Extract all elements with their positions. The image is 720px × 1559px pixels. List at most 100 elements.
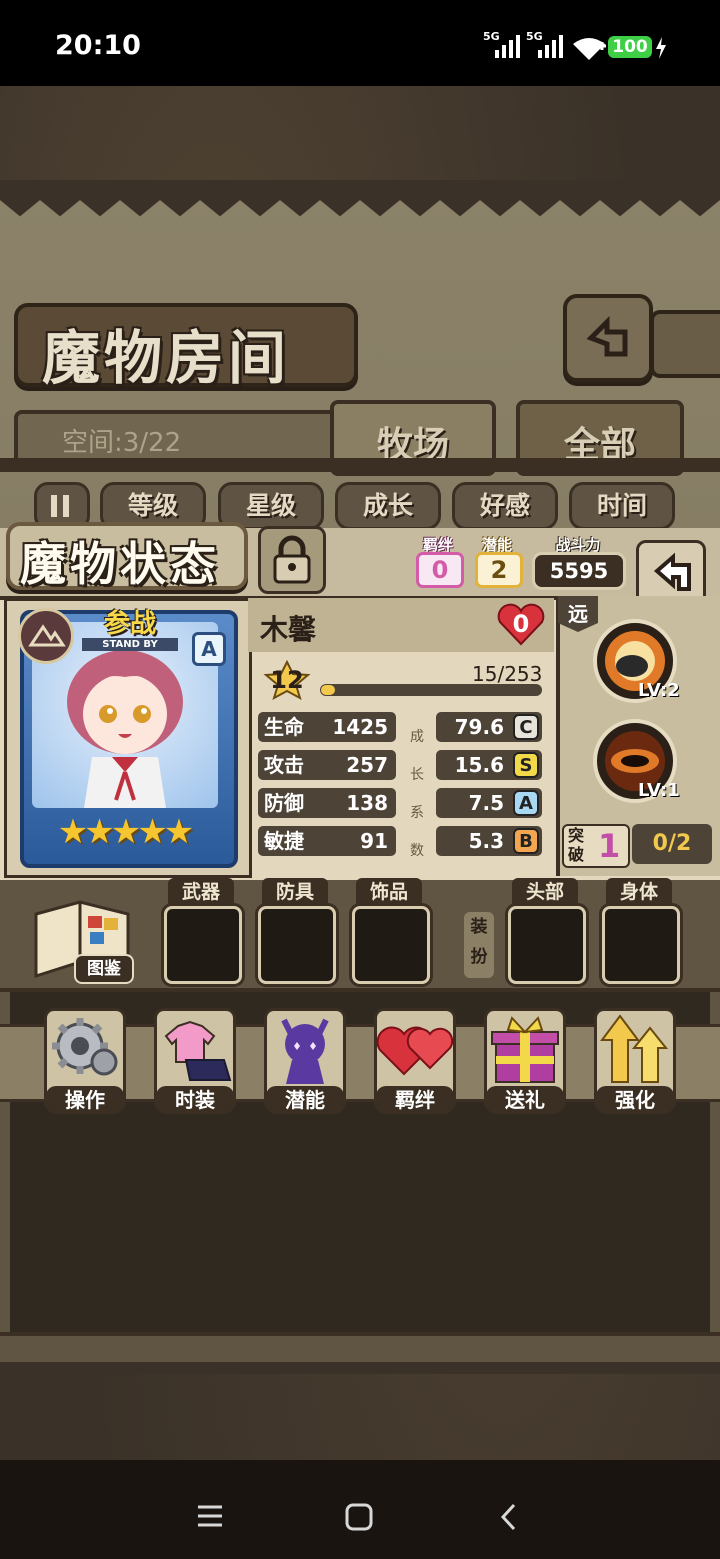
breakthrough-value: 1 — [598, 827, 621, 865]
stat-defense-label: 防御 — [264, 791, 304, 815]
tab-divider — [0, 458, 720, 472]
monster-card[interactable]: 参战 STAND BY A ★★★★★ — [18, 608, 238, 868]
mountain-icon — [28, 624, 66, 647]
outfit-label-text: 时装 — [156, 1086, 234, 1114]
home-icon[interactable] — [344, 1502, 374, 1532]
grade-attack-badge: S — [513, 752, 539, 778]
upgrade-arrows-icon — [600, 1014, 669, 1083]
weapon-slot-label: 武器 — [168, 878, 234, 906]
outfit-icon — [164, 1020, 232, 1081]
stat-agility-label: 敏捷 — [264, 829, 304, 853]
monster-name: 木馨 — [260, 613, 317, 646]
lock-icon — [273, 535, 311, 584]
zigzag-top-border — [0, 180, 720, 217]
return-icon — [586, 315, 628, 357]
armor-slot[interactable] — [258, 906, 336, 984]
potential-label-text: 潜能 — [266, 1086, 344, 1114]
network-label-2: 5G — [526, 30, 543, 43]
weapon-slot[interactable] — [164, 906, 242, 984]
armor-slot-label: 防具 — [262, 878, 328, 906]
level-value: 12 — [270, 666, 304, 694]
side-tab-edge — [650, 310, 720, 378]
bond-label-text: 羁绊 — [376, 1086, 454, 1114]
signal-icon-2: 5G — [526, 30, 566, 64]
potential-value: 2 — [475, 552, 523, 588]
stat-defense-value: 138 — [346, 791, 388, 815]
name-row: 木馨 0 — [248, 598, 554, 652]
breakthrough-label-1: 突 — [568, 826, 585, 845]
encyclopedia-button[interactable]: 图鉴 — [30, 892, 134, 984]
outfit-label-1: 装 — [470, 917, 488, 937]
skill-1-level: LV:2 — [638, 680, 680, 701]
operate-label: 操作 — [46, 1086, 124, 1114]
breakthrough-progress: 0/2 — [632, 824, 712, 864]
lock-button[interactable] — [258, 526, 326, 594]
growth-char-4: 数 — [410, 843, 424, 859]
heart-value: 0 — [512, 610, 530, 638]
growth-char-1: 成 — [410, 729, 424, 745]
operate-button[interactable]: 操作 — [44, 1008, 126, 1114]
body-slot[interactable] — [602, 906, 680, 984]
stat-hp: 生命 1425 — [258, 712, 396, 742]
element-badge — [18, 608, 74, 664]
upgrade-label-text: 强化 — [596, 1086, 674, 1114]
power-value: 5595 — [532, 552, 626, 590]
menu-icon[interactable] — [196, 1504, 224, 1528]
breakthrough-label-2: 破 — [568, 845, 585, 864]
sort-icon — [51, 495, 69, 517]
charging-icon — [656, 37, 666, 59]
action-area-footer — [0, 1332, 720, 1362]
rank-badge: A — [192, 632, 226, 666]
outfit-label: 装 扮 — [464, 912, 494, 978]
stat-attack-value: 257 — [346, 753, 388, 777]
growth-attack-value: 15.6 — [454, 753, 504, 777]
grade-agility-badge: B — [513, 828, 539, 854]
growth-char-3: 系 — [410, 805, 424, 821]
network-label-1: 5G — [483, 30, 500, 43]
skill-2[interactable]: LV:1 — [592, 718, 680, 804]
outfit-button[interactable]: 时装 — [154, 1008, 236, 1114]
sort-growth-button[interactable]: 成长 — [335, 482, 441, 530]
standby-sub-label: STAND BY — [82, 638, 178, 651]
level-badge: 12 — [262, 660, 312, 700]
grade-defense-badge: A — [513, 790, 539, 816]
growth-hp-value: 79.6 — [454, 715, 504, 739]
skill-1[interactable]: LV:2 — [592, 618, 680, 704]
hearts-icon — [376, 1026, 454, 1076]
potential-button[interactable]: 潜能 — [264, 1008, 346, 1114]
encyclopedia-label: 图鉴 — [74, 954, 134, 984]
outfit-label-2: 扮 — [470, 947, 488, 967]
growth-hp: 79.6 C — [436, 712, 542, 742]
accessory-slot[interactable] — [352, 906, 430, 984]
gift-button[interactable]: 送礼 — [484, 1008, 566, 1114]
sort-affection-button[interactable]: 好感 — [452, 482, 558, 530]
back-button[interactable] — [563, 294, 653, 382]
bond-indicator: 羁绊 0 — [414, 534, 464, 588]
battery-icon: 100 — [608, 36, 652, 58]
bond-value: 0 — [416, 552, 464, 588]
upgrade-button[interactable]: 强化 — [594, 1008, 676, 1114]
room-title-banner: 魔物房间 — [14, 303, 358, 392]
exp-text: 15/253 — [472, 662, 543, 686]
grade-hp-badge: C — [513, 714, 539, 740]
standby-label: 参战 — [103, 609, 156, 639]
growth-char-2: 长 — [410, 767, 424, 783]
wifi-icon — [573, 38, 606, 60]
stat-agility-value: 91 — [360, 829, 388, 853]
back-nav-icon[interactable] — [498, 1502, 520, 1532]
power-indicator: 战斗力 5595 — [530, 534, 626, 590]
head-slot[interactable] — [508, 906, 586, 984]
skill-2-level: LV:1 — [638, 780, 680, 801]
breakthrough-box: 突破 1 — [562, 824, 630, 868]
bond-button[interactable]: 羁绊 — [374, 1008, 456, 1114]
room-title: 魔物房间 — [42, 324, 291, 392]
growth-label: 成 长 系 数 — [406, 718, 428, 870]
sort-time-button[interactable]: 时间 — [569, 482, 675, 530]
stat-attack-label: 攻击 — [264, 753, 304, 777]
status-title: 魔物状态 — [20, 537, 220, 591]
potential-indicator: 潜能 2 — [473, 534, 523, 588]
stat-defense: 防御 138 — [258, 788, 396, 818]
stat-hp-value: 1425 — [332, 715, 388, 739]
growth-agility: 5.3 B — [436, 826, 542, 856]
stat-agility: 敏捷 91 — [258, 826, 396, 856]
